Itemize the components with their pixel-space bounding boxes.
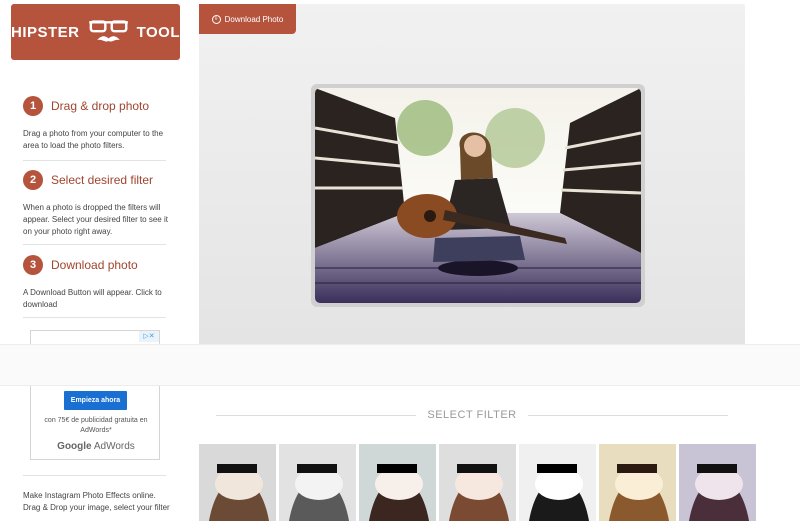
- step-description: A Download Button will appear. Click to …: [23, 288, 162, 309]
- divider: [23, 475, 166, 476]
- adwords-wordmark: AdWords: [93, 441, 135, 452]
- step-2: 2 Select desired filter When a photo is …: [23, 170, 168, 238]
- filter-thumbnail-6[interactable]: [599, 444, 676, 521]
- step-number: 2: [23, 170, 43, 190]
- sidebar: HIPSTER TOOL 1 Drag & drop photo Drag a …: [0, 0, 190, 521]
- hipster-tool-logo[interactable]: HIPSTER TOOL: [11, 4, 180, 60]
- divider: [216, 415, 416, 416]
- logo-left-text: HIPSTER: [11, 23, 80, 41]
- divider: [528, 415, 728, 416]
- filter-thumbnail-2[interactable]: [279, 444, 356, 521]
- step-number: 3: [23, 255, 43, 275]
- step-title: Drag & drop photo: [51, 99, 150, 113]
- ad-text: con 75€ de publicidad gratuita en AdWord…: [44, 417, 148, 434]
- download-photo-button[interactable]: ⇩ Download Photo: [199, 4, 296, 34]
- download-circle-icon: ⇩: [211, 14, 221, 24]
- horizontal-band: [0, 344, 800, 386]
- filter-thumbnail-3[interactable]: [359, 444, 436, 521]
- step-description: When a photo is dropped the filters will…: [23, 203, 168, 236]
- filter-thumbnail-5[interactable]: [519, 444, 596, 521]
- preview-photo: [314, 88, 642, 303]
- ad-choices-icon[interactable]: ▷✕: [139, 331, 159, 342]
- step-3: 3 Download photo A Download Button will …: [23, 255, 168, 311]
- divider: [23, 317, 166, 318]
- logo-right-text: TOOL: [136, 23, 180, 41]
- select-filter-heading: SELECT FILTER: [427, 409, 517, 421]
- photo-preview-frame: [311, 84, 645, 307]
- filter-thumbnail-4[interactable]: [439, 444, 516, 521]
- step-description: Drag a photo from your computer to the a…: [23, 129, 164, 150]
- filter-thumbnail-1[interactable]: [199, 444, 276, 521]
- glasses-mustache-icon: [88, 20, 128, 42]
- step-1: 1 Drag & drop photo Drag a photo from yo…: [23, 96, 168, 152]
- step-title: Download photo: [51, 258, 138, 272]
- step-title: Select desired filter: [51, 173, 154, 187]
- divider: [23, 160, 166, 161]
- filter-thumbnails: [199, 444, 756, 521]
- google-wordmark: Google: [57, 441, 92, 452]
- footer-description: Make Instagram Photo Effects online. Dra…: [23, 491, 170, 512]
- filter-thumbnail-7[interactable]: [679, 444, 756, 521]
- download-photo-label: Download Photo: [224, 14, 284, 24]
- ad-cta-button[interactable]: Empieza ahora: [64, 391, 127, 410]
- divider: [23, 244, 166, 245]
- google-adwords-logo: Google AdWords: [31, 441, 161, 452]
- step-number: 1: [23, 96, 43, 116]
